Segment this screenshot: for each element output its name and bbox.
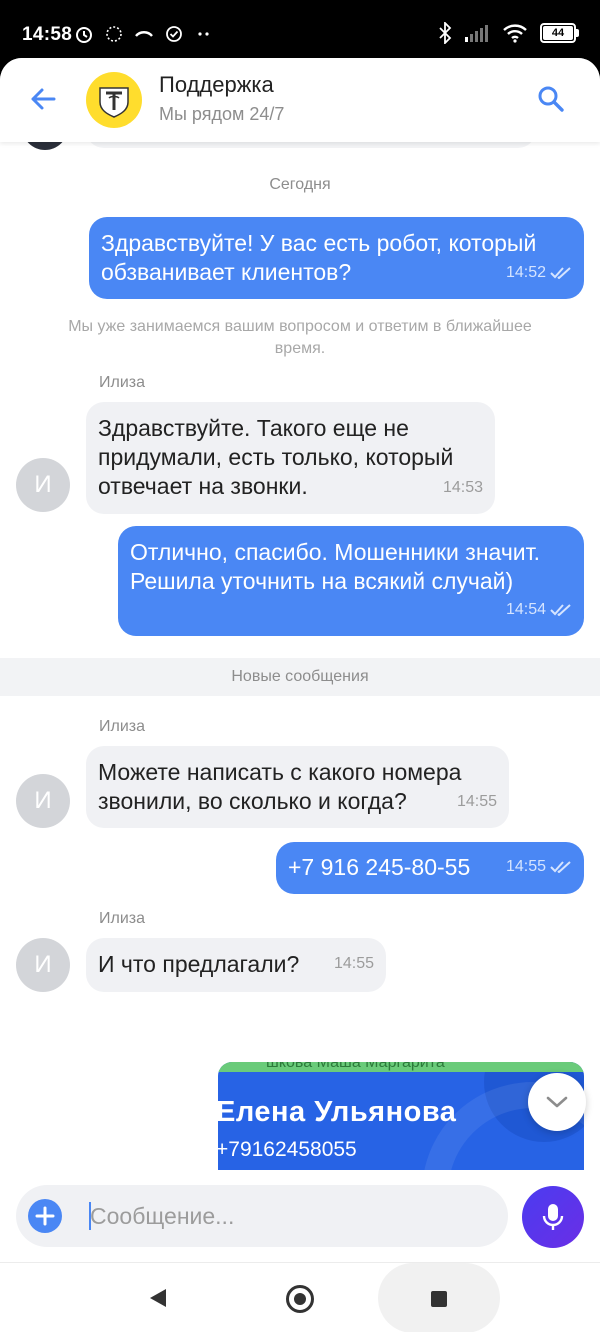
chat-header: Поддержка Мы рядом 24/7 bbox=[0, 58, 600, 142]
chat-subtitle: Мы рядом 24/7 bbox=[159, 104, 285, 124]
image-top-text: шкова Маша Маргарита bbox=[266, 1062, 445, 1071]
message-list[interactable]: Сегодня Здравствуйте! У вас есть робот, … bbox=[0, 142, 600, 1182]
more-dots-icon bbox=[198, 32, 209, 36]
search-icon[interactable] bbox=[536, 84, 566, 114]
system-navigation-bar bbox=[0, 1262, 600, 1332]
message-bubble-incoming[interactable]: И что предлагали? 14:55 bbox=[86, 938, 386, 992]
battery-indicator: 44 bbox=[540, 23, 579, 43]
message-time: 14:52 bbox=[505, 264, 546, 281]
message-text: Можете написать с какого номера звонили,… bbox=[98, 759, 468, 814]
message-meta: 14:52 bbox=[506, 258, 572, 287]
message-input-container[interactable] bbox=[16, 1185, 508, 1247]
message-meta: 14:55 bbox=[334, 949, 374, 978]
new-messages-separator: Новые сообщения bbox=[0, 658, 600, 696]
status-time: 14:58 bbox=[22, 24, 73, 45]
sender-name: Илиза bbox=[99, 718, 146, 735]
chevron-down-icon bbox=[546, 1096, 568, 1108]
alarm-icon bbox=[76, 27, 92, 43]
sender-name: Илиза bbox=[99, 374, 146, 391]
image-message[interactable]: шкова Маша Маргарита Елена Ульянова +791… bbox=[218, 1062, 584, 1182]
signal-icon bbox=[465, 25, 488, 42]
message-bubble-outgoing[interactable]: Здравствуйте! У вас есть робот, который … bbox=[89, 217, 584, 299]
message-bubble-incoming[interactable]: Можете написать с какого номера звонили,… bbox=[86, 746, 509, 828]
image-contact-phone: +79162458055 bbox=[218, 1138, 357, 1161]
message-bubble-outgoing[interactable]: +7 916 245-80-55 14:55 bbox=[276, 842, 584, 894]
microphone-icon bbox=[542, 1204, 564, 1230]
message-text: +7 916 245-80-55 bbox=[288, 854, 471, 880]
support-avatar[interactable] bbox=[86, 72, 142, 128]
message-bubble-incoming[interactable]: Здравствуйте. Такого еще не придумали, е… bbox=[86, 402, 495, 514]
message-time: 14:54 bbox=[505, 601, 546, 618]
bluetooth-icon bbox=[439, 22, 452, 44]
app-notification-icon bbox=[106, 26, 122, 42]
attach-plus-button[interactable] bbox=[28, 1199, 62, 1233]
status-system-icons: 44 bbox=[438, 22, 579, 44]
message-text: Здравствуйте. Такого еще не придумали, е… bbox=[98, 415, 460, 499]
double-check-icon bbox=[550, 860, 571, 873]
agent-avatar[interactable]: И bbox=[16, 938, 70, 992]
plus-icon bbox=[35, 1206, 55, 1226]
previous-message-bubble bbox=[86, 142, 536, 148]
message-text: Здравствуйте! У вас есть робот, который … bbox=[101, 230, 543, 285]
sender-name: Илиза bbox=[99, 910, 146, 927]
message-meta: 14:55 bbox=[506, 852, 572, 881]
message-time: 14:55 bbox=[456, 793, 497, 810]
status-notification-icons bbox=[74, 24, 214, 44]
voice-message-button[interactable] bbox=[522, 1186, 584, 1248]
previous-avatar bbox=[22, 142, 68, 150]
bank-logo-icon bbox=[99, 87, 129, 118]
back-arrow-icon[interactable] bbox=[28, 84, 58, 114]
message-bubble-outgoing[interactable]: Отлично, спасибо. Мошенники значит. Реши… bbox=[118, 526, 584, 636]
missed-call-icon bbox=[135, 31, 153, 37]
wifi-icon bbox=[503, 24, 527, 43]
nav-home-icon[interactable] bbox=[286, 1285, 314, 1313]
message-time: 14:55 bbox=[333, 955, 374, 972]
system-note: Мы уже занимаемся вашим вопросом и ответ… bbox=[68, 318, 532, 357]
chat-title: Поддержка bbox=[159, 72, 274, 97]
agent-avatar[interactable]: И bbox=[16, 458, 70, 512]
status-bar: 14:58 44 bbox=[0, 0, 600, 58]
scroll-to-bottom-button[interactable] bbox=[528, 1073, 586, 1131]
message-time: 14:55 bbox=[505, 858, 546, 875]
message-text: Отлично, спасибо. Мошенники значит. Реши… bbox=[130, 539, 547, 594]
message-text: И что предлагали? bbox=[98, 951, 300, 977]
message-meta: 14:53 bbox=[443, 473, 483, 502]
day-separator: Сегодня bbox=[269, 176, 331, 193]
image-contact-name: Елена Ульянова bbox=[218, 1096, 457, 1128]
double-check-icon bbox=[550, 603, 571, 616]
message-meta: 14:54 bbox=[506, 595, 572, 624]
message-meta: 14:55 bbox=[457, 787, 497, 816]
agent-avatar[interactable]: И bbox=[16, 774, 70, 828]
nav-recent-apps-icon[interactable] bbox=[431, 1291, 447, 1307]
message-composer bbox=[0, 1170, 600, 1262]
chat-screen: Поддержка Мы рядом 24/7 Сегодня Здравств… bbox=[0, 58, 600, 1332]
message-time: 14:53 bbox=[442, 479, 483, 496]
nav-back-icon[interactable] bbox=[148, 1287, 168, 1309]
battery-level: 44 bbox=[551, 27, 565, 39]
double-check-icon bbox=[550, 266, 571, 279]
check-circle-icon bbox=[166, 26, 182, 42]
message-input[interactable] bbox=[90, 1185, 490, 1247]
